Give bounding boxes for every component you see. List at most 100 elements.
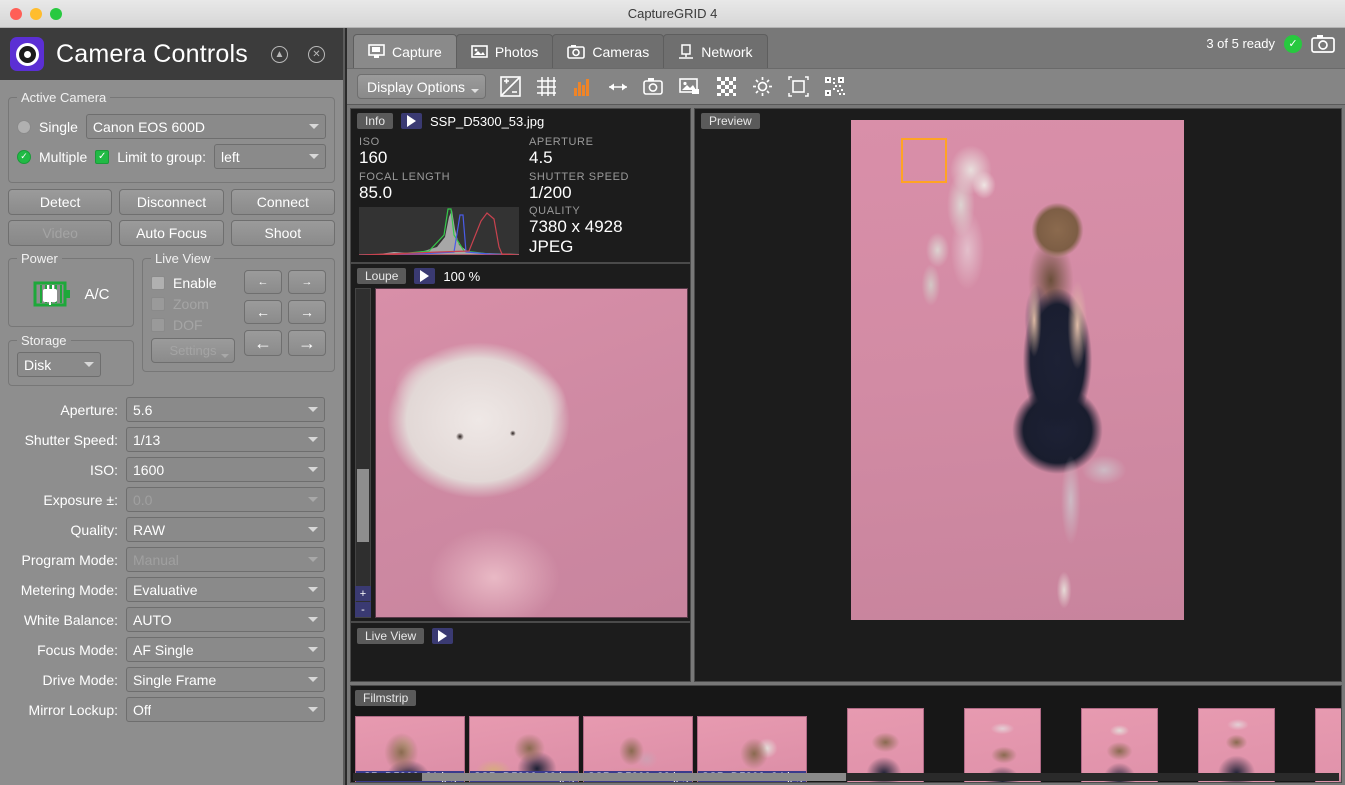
tab-photos[interactable]: Photos — [456, 34, 554, 68]
setting-label: ISO: — [8, 462, 118, 478]
nudge-left-small-button[interactable]: ← — [244, 270, 282, 294]
setting-select[interactable]: 0.0 — [126, 487, 325, 512]
tab-network[interactable]: Network — [663, 34, 767, 68]
power-group: Power — [8, 251, 134, 327]
disconnect-button[interactable]: Disconnect — [119, 189, 223, 215]
loupe-vertical-scrollbar[interactable] — [355, 288, 371, 618]
nudge-left-large-button[interactable]: ← — [244, 330, 282, 356]
preview-image[interactable] — [851, 120, 1184, 620]
live-view-enable-checkbox[interactable] — [151, 276, 165, 290]
setting-value: Off — [133, 702, 151, 718]
live-view-dof-checkbox[interactable] — [151, 318, 165, 332]
setting-row: Focus Mode: AF Single — [8, 637, 325, 662]
camera-icon[interactable] — [1311, 34, 1335, 53]
setting-select[interactable]: AF Single — [126, 637, 325, 662]
multiple-radio[interactable]: ✓ — [17, 150, 31, 164]
close-circle-icon[interactable]: ✕ — [308, 46, 325, 63]
setting-row: Program Mode:Manual — [8, 547, 325, 572]
horizontal-arrows-icon[interactable] — [606, 75, 630, 99]
filmstrip-item[interactable]: SSP_D53 — [1315, 708, 1342, 783]
histogram-icon[interactable] — [570, 75, 594, 99]
grid-icon[interactable] — [534, 75, 558, 99]
nudge-right-small-button[interactable]: → — [288, 270, 326, 294]
connect-button[interactable]: Connect — [231, 189, 335, 215]
shoot-button[interactable]: Shoot — [231, 220, 335, 246]
image-overlay-icon[interactable] — [678, 75, 702, 99]
chevron-down-icon — [308, 707, 318, 712]
filmstrip-item[interactable]: SSP_D5300_ — [1081, 708, 1158, 783]
filmstrip-item[interactable]: SSP_D5300_ — [847, 708, 924, 783]
fit-frame-icon[interactable] — [786, 75, 810, 99]
power-storage-liveview-grid: Power — [8, 251, 335, 392]
auto-focus-button[interactable]: Auto Focus — [119, 220, 223, 246]
window-title: CaptureGRID 4 — [0, 6, 1345, 21]
group-select[interactable]: left — [214, 144, 326, 169]
qr-code-icon[interactable] — [822, 75, 846, 99]
setting-value: 5.6 — [133, 402, 152, 418]
info-column-right: APERTURE 4.5 SHUTTER SPEED 1/200 QUALITY… — [529, 133, 682, 256]
info-panel-tag[interactable]: Info — [357, 113, 393, 129]
filmstrip-thumbnail[interactable]: SSP_D53 — [1315, 708, 1342, 783]
tab-capture[interactable]: Capture — [353, 34, 457, 68]
setting-select[interactable]: Manual — [126, 547, 325, 572]
camera-select[interactable]: Canon EOS 600D — [86, 114, 326, 139]
loupe-scroll-thumb[interactable] — [357, 469, 369, 541]
setting-value: AUTO — [133, 612, 172, 628]
setting-label: Focus Mode: — [8, 642, 118, 658]
live-view-play-button[interactable] — [432, 628, 453, 644]
setting-select[interactable]: AUTO — [126, 607, 325, 632]
loupe-panel-tag[interactable]: Loupe — [357, 268, 406, 284]
chevron-down-icon — [308, 407, 318, 412]
chevron-down-icon — [308, 617, 318, 622]
filmstrip-thumbnail[interactable]: SSP_D5300_ — [847, 708, 924, 783]
nudge-right-medium-button[interactable]: → — [288, 300, 326, 324]
setting-select[interactable]: Evaluative — [126, 577, 325, 602]
setting-select[interactable]: 5.6 — [126, 397, 325, 422]
filmstrip-item[interactable]: SSP_D5300_ — [1198, 708, 1275, 783]
video-button[interactable]: Video — [8, 220, 112, 246]
detect-button[interactable]: Detect — [8, 189, 112, 215]
filmstrip-thumbnail[interactable]: SSP_D5300_ — [1198, 708, 1275, 783]
tab-cameras[interactable]: Cameras — [552, 34, 664, 68]
power-legend: Power — [17, 251, 62, 266]
group-select-value: left — [221, 149, 240, 165]
loupe-play-button[interactable] — [414, 268, 435, 284]
filmstrip-item[interactable]: SSP_D5300_ — [964, 708, 1041, 783]
setting-select[interactable]: 1/13 — [126, 427, 325, 452]
filmstrip-scroll-thumb[interactable] — [422, 773, 846, 781]
setting-select[interactable]: Off — [126, 697, 325, 722]
exposure-compensation-icon[interactable] — [498, 75, 522, 99]
setting-select[interactable]: Single Frame — [126, 667, 325, 692]
filmstrip-horizontal-scrollbar[interactable] — [353, 773, 1339, 781]
storage-select[interactable]: Disk — [17, 352, 101, 377]
nudge-left-medium-button[interactable]: ← — [244, 300, 282, 324]
filmstrip-thumbnail[interactable]: SSP_D5300_ — [964, 708, 1041, 783]
display-options-button[interactable]: Display Options — [357, 74, 486, 99]
chevron-up-circle-icon[interactable]: ▲ — [271, 46, 288, 63]
loupe-zoom-out-button[interactable]: - — [355, 602, 371, 617]
single-radio[interactable] — [17, 120, 31, 134]
checkerboard-icon[interactable] — [714, 75, 738, 99]
preview-panel-tag[interactable]: Preview — [701, 113, 760, 129]
setting-row: Shutter Speed:1/13 — [8, 427, 325, 452]
camera-overlay-icon[interactable] — [642, 75, 666, 99]
loupe-zoom-in-button[interactable]: + — [355, 586, 371, 601]
live-view-panel-tag[interactable]: Live View — [357, 628, 424, 644]
loupe-panel-header: Loupe 100 % — [351, 264, 690, 288]
tab-network-label: Network — [701, 44, 752, 60]
shutter-speed-value: 1/200 — [529, 183, 682, 203]
status-area: 3 of 5 ready ✓ — [1206, 34, 1335, 53]
filmstrip-tag[interactable]: Filmstrip — [355, 690, 416, 706]
limit-to-group-checkbox[interactable]: ✓ — [95, 150, 109, 164]
live-view-settings-button[interactable]: Settings — [151, 338, 235, 363]
filmstrip-thumbnail[interactable]: SSP_D5300_ — [1081, 708, 1158, 783]
brightness-icon[interactable] — [750, 75, 774, 99]
info-play-button[interactable] — [401, 113, 422, 129]
nudge-right-large-button[interactable]: → — [288, 330, 326, 356]
setting-value: Single Frame — [133, 672, 216, 688]
loupe-image[interactable] — [375, 288, 688, 618]
setting-row: Mirror Lockup:Off — [8, 697, 325, 722]
setting-select[interactable]: 1600 — [126, 457, 325, 482]
setting-select[interactable]: RAW — [126, 517, 325, 542]
live-view-zoom-checkbox[interactable] — [151, 297, 165, 311]
